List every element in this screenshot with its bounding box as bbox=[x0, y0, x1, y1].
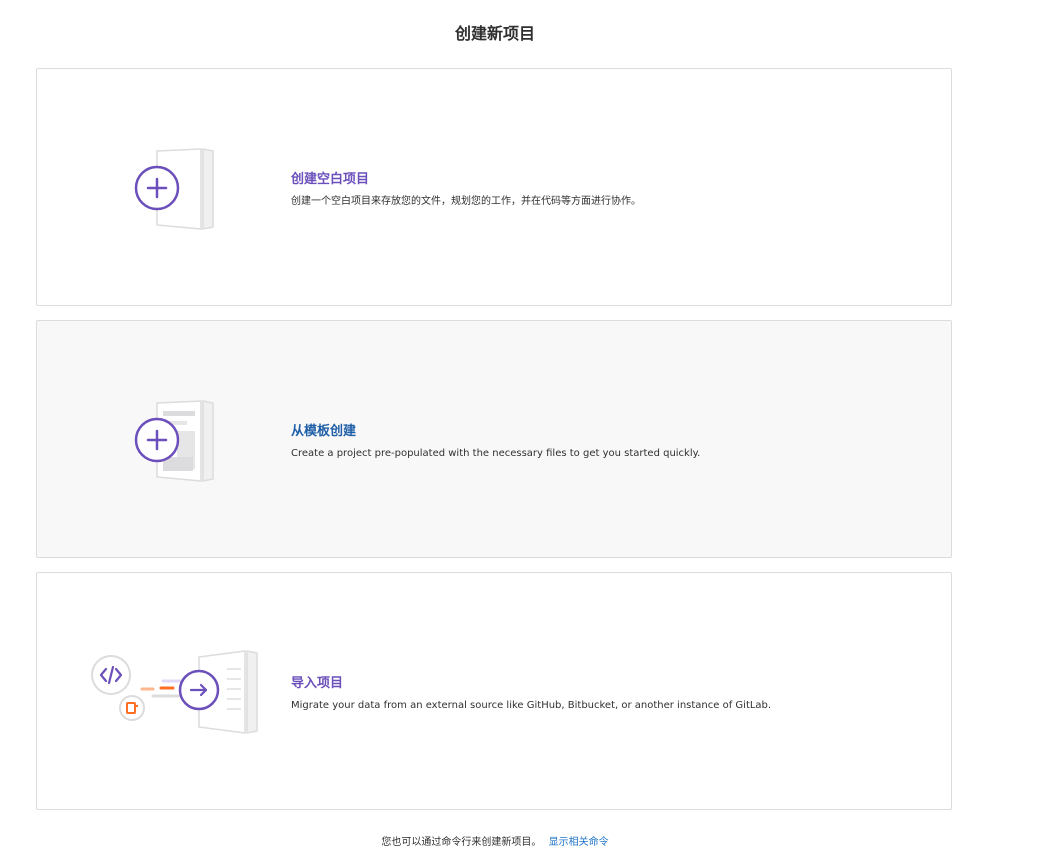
plus-circle-icon bbox=[134, 165, 180, 211]
template-project-title: 从模板创建 bbox=[291, 424, 357, 439]
import-project-title: 导入项目 bbox=[291, 676, 344, 691]
arrow-right-circle-icon bbox=[178, 669, 220, 711]
blank-project-card[interactable]: 创建空白项目 创建一个空白项目来存放您的文件，规划您的工作，并在代码等方面进行协… bbox=[36, 68, 952, 306]
repository-icon bbox=[119, 695, 145, 721]
template-project-description: Create a project pre-populated with the … bbox=[291, 448, 701, 459]
blank-project-illustration bbox=[87, 129, 287, 249]
new-project-page: 创建新项目 创建空白项目 创建一个空白项目来存放您的文件，规划您的工作，并在代码… bbox=[0, 0, 1043, 860]
command-line-note-text: 您也可以通过命令行来创建新项目。 bbox=[381, 837, 542, 848]
blank-project-description: 创建一个空白项目来存放您的文件，规划您的工作，并在代码等方面进行协作。 bbox=[291, 196, 641, 207]
command-line-note: 您也可以通过命令行来创建新项目。 显示相关命令 bbox=[0, 836, 990, 850]
code-icon bbox=[91, 655, 131, 695]
import-project-card[interactable]: 导入项目 Migrate your data from an external … bbox=[36, 572, 952, 810]
page-title: 创建新项目 bbox=[454, 24, 535, 43]
import-project-description: Migrate your data from an external sourc… bbox=[291, 700, 772, 711]
import-project-illustration bbox=[87, 633, 287, 753]
blank-project-title: 创建空白项目 bbox=[291, 172, 370, 187]
show-commands-link[interactable]: 显示相关命令 bbox=[549, 837, 609, 848]
template-project-card[interactable]: 从模板创建 Create a project pre-populated wit… bbox=[36, 320, 952, 558]
plus-circle-icon bbox=[134, 417, 180, 463]
template-project-illustration bbox=[87, 381, 287, 501]
